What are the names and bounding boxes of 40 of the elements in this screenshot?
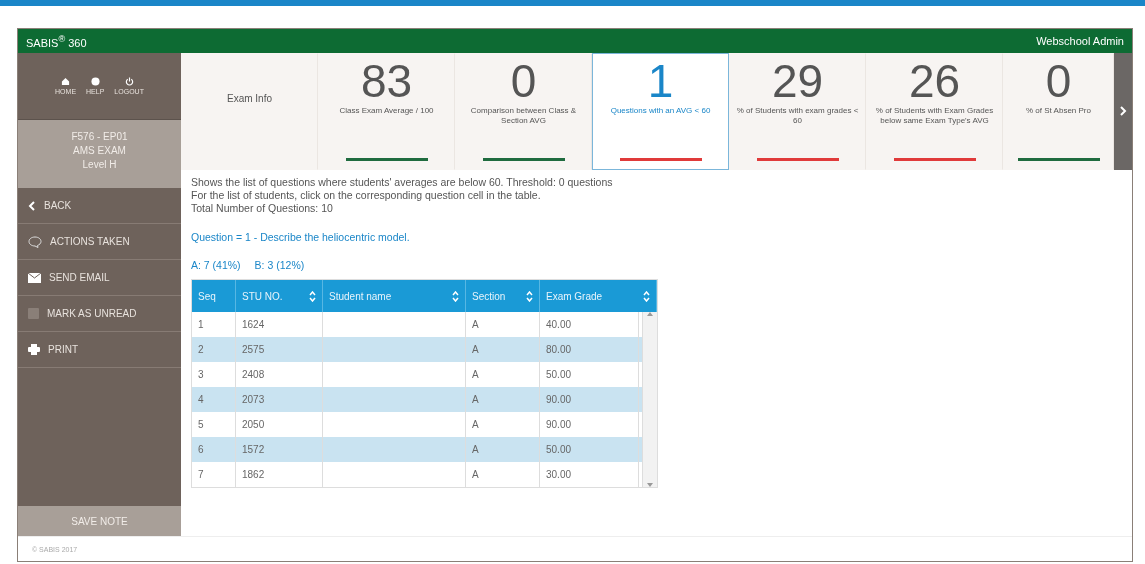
answer-stat: B: 3 (12%): [254, 259, 305, 271]
table-cell: 7: [192, 462, 236, 487]
stat-label: % of Students with Exam Grades below same Exam Type's AVG: [874, 106, 995, 127]
stat-value: 1: [647, 56, 674, 106]
stat-value: 29: [771, 56, 824, 106]
stat-value: 26: [908, 56, 961, 106]
stat-value: 0: [1045, 56, 1072, 106]
chevron-right-icon: [1119, 105, 1127, 116]
home-icon: [61, 77, 71, 86]
envelope-icon: [28, 272, 41, 283]
stat-value: 83: [360, 56, 413, 106]
scroll-down-icon: [647, 483, 653, 487]
stat-card[interactable]: 1 Questions with an AVG < 60: [592, 53, 729, 170]
power-icon: [124, 77, 134, 86]
description-text: For the list of students, click on the corresponding question cell in the table.: [191, 189, 542, 202]
chevron-left-icon: [28, 200, 36, 211]
question-text: Question = 1 - Describe the heliocentric model.: [191, 231, 411, 243]
table-cell: 30.00: [540, 462, 639, 487]
stat-label: Comparison between Class & Section AVG: [469, 106, 578, 127]
stat-value: 0: [510, 56, 537, 106]
sort-icon[interactable]: [643, 290, 650, 302]
sort-icon[interactable]: [452, 290, 459, 302]
stat-label: Questions with an AVG < 60: [610, 106, 711, 117]
answer-stat: A: 7 (41%): [191, 259, 241, 271]
description-text: Shows the list of questions where students' averages are below 60. Threshold: 0 questions: [191, 176, 614, 189]
brand-logo: SABIS$^{®}$ 360: [26, 33, 87, 49]
sort-icon[interactable]: [526, 290, 533, 302]
table-cell: 1862: [236, 462, 323, 487]
stat-label: Exam Info: [227, 94, 272, 106]
scrollbar[interactable]: [642, 312, 657, 487]
description-text: Total Number of Questions: 10: [191, 202, 334, 215]
stat-label: Class Exam Average / 100: [339, 106, 434, 117]
stat-label: % of Students with exam grades < 60: [735, 106, 860, 127]
exam-context-card: F576 - EP01 AMS EXAM Level H: [18, 120, 181, 188]
user-name: Webschool Admin: [1036, 35, 1124, 47]
stat-label: % of St Absen Pro: [1026, 106, 1091, 117]
speech-bubble-icon: [28, 235, 42, 248]
sort-icon[interactable]: [309, 290, 316, 302]
square-icon: [28, 308, 39, 319]
table-cell: A: [466, 462, 540, 487]
